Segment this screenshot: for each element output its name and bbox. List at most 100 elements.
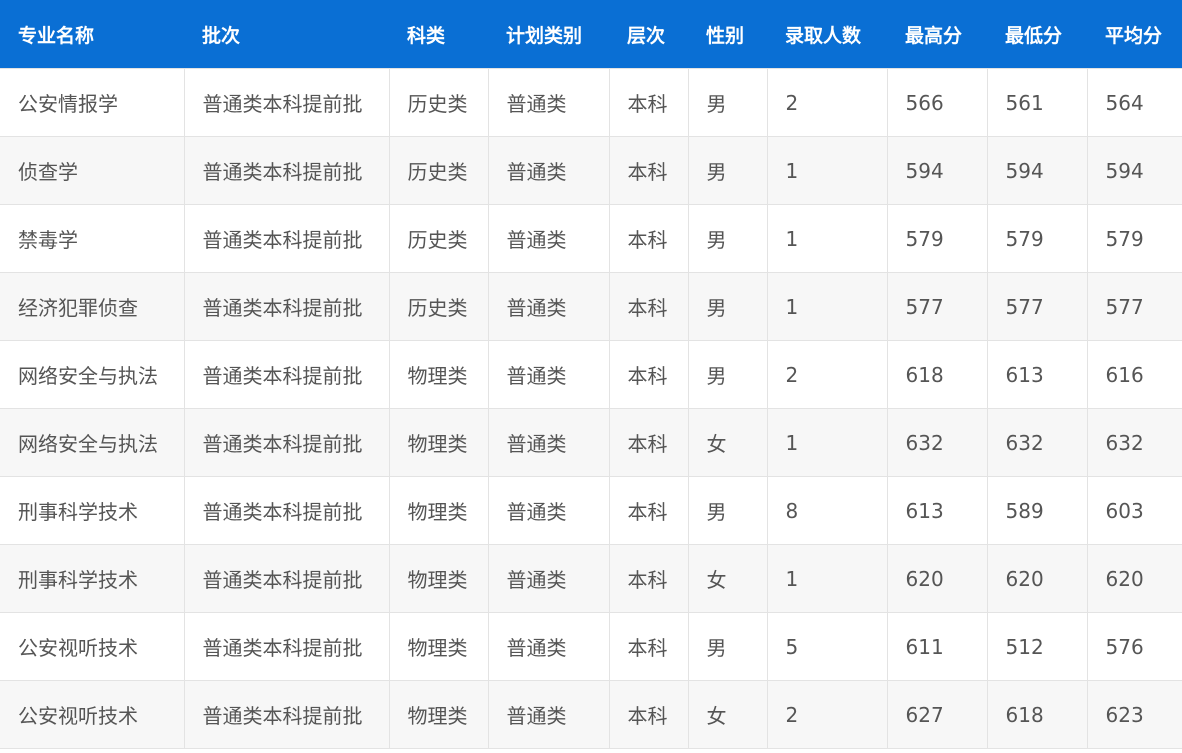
cell-major: 公安视听技术 — [0, 612, 185, 681]
cell-subject-category: 历史类 — [388, 204, 489, 273]
cell-max-score: 620 — [886, 544, 988, 613]
cell-avg-score: 577 — [1086, 272, 1182, 341]
cell-plan-type: 普通类 — [487, 680, 610, 749]
cell-gender: 女 — [687, 544, 768, 613]
cell-admitted-count: 2 — [766, 680, 888, 749]
column-header-plan-type: 计划类别 — [488, 0, 609, 69]
cell-level: 本科 — [608, 136, 689, 205]
column-header-avg-score: 平均分 — [1087, 0, 1182, 69]
cell-major: 刑事科学技术 — [0, 476, 185, 545]
cell-min-score: 632 — [986, 408, 1088, 477]
cell-plan-type: 普通类 — [487, 612, 610, 681]
cell-min-score: 577 — [986, 272, 1088, 341]
cell-plan-type: 普通类 — [487, 136, 610, 205]
table-row: 刑事科学技术 普通类本科提前批 物理类 普通类 本科男 8 613 589 603 — [0, 476, 1182, 545]
cell-max-score: 579 — [886, 204, 988, 273]
cell-admitted-count: 1 — [766, 408, 888, 477]
cell-plan-type: 普通类 — [487, 272, 610, 341]
table-row: 侦查学 普通类本科提前批 历史类 普通类 本科男 1 594 594 594 — [0, 136, 1182, 205]
cell-subject-category: 历史类 — [388, 136, 489, 205]
cell-gender: 男 — [687, 68, 768, 137]
cell-subject-category: 历史类 — [388, 68, 489, 137]
cell-admitted-count: 8 — [766, 476, 888, 545]
cell-max-score: 566 — [886, 68, 988, 137]
table-row: 公安视听技术 普通类本科提前批 物理类 普通类 本科男 5 611 512 576 — [0, 612, 1182, 681]
table-row: 公安情报学 普通类本科提前批 历史类 普通类 本科男 2 566 561 564 — [0, 68, 1182, 137]
column-header-subject-category: 科类 — [389, 0, 488, 69]
cell-level: 本科 — [608, 204, 689, 273]
cell-max-score: 627 — [886, 680, 988, 749]
cell-level: 本科 — [608, 680, 689, 749]
column-header-major: 专业名称 — [0, 0, 184, 69]
column-header-level: 层次 — [609, 0, 688, 69]
cell-admitted-count: 2 — [766, 340, 888, 409]
cell-level: 本科 — [608, 272, 689, 341]
cell-avg-score: 616 — [1086, 340, 1182, 409]
cell-major: 公安情报学 — [0, 68, 185, 137]
cell-gender: 女 — [687, 408, 768, 477]
table-row: 刑事科学技术 普通类本科提前批 物理类 普通类 本科女 1 620 620 620 — [0, 544, 1182, 613]
cell-major: 公安视听技术 — [0, 680, 185, 749]
cell-plan-type: 普通类 — [487, 476, 610, 545]
cell-min-score: 594 — [986, 136, 1088, 205]
cell-avg-score: 623 — [1086, 680, 1182, 749]
cell-avg-score: 579 — [1086, 204, 1182, 273]
cell-level: 本科 — [608, 408, 689, 477]
cell-subject-category: 物理类 — [388, 476, 489, 545]
column-header-admitted-count: 录取人数 — [767, 0, 887, 69]
cell-subject-category: 物理类 — [388, 340, 489, 409]
cell-avg-score: 564 — [1086, 68, 1182, 137]
cell-admitted-count: 5 — [766, 612, 888, 681]
cell-gender: 男 — [687, 204, 768, 273]
cell-min-score: 589 — [986, 476, 1088, 545]
cell-admitted-count: 1 — [766, 544, 888, 613]
cell-max-score: 613 — [886, 476, 988, 545]
cell-level: 本科 — [608, 476, 689, 545]
cell-gender: 男 — [687, 272, 768, 341]
cell-batch: 普通类本科提前批 — [183, 612, 390, 681]
cell-max-score: 618 — [886, 340, 988, 409]
cell-level: 本科 — [608, 544, 689, 613]
cell-gender: 男 — [687, 612, 768, 681]
cell-batch: 普通类本科提前批 — [183, 68, 390, 137]
cell-gender: 男 — [687, 136, 768, 205]
cell-max-score: 611 — [886, 612, 988, 681]
column-header-max-score: 最高分 — [887, 0, 987, 69]
cell-min-score: 618 — [986, 680, 1088, 749]
table-row: 网络安全与执法 普通类本科提前批 物理类 普通类 本科男 2 618 613 616 — [0, 340, 1182, 409]
cell-subject-category: 历史类 — [388, 272, 489, 341]
cell-max-score: 632 — [886, 408, 988, 477]
cell-major: 网络安全与执法 — [0, 408, 185, 477]
cell-batch: 普通类本科提前批 — [183, 204, 390, 273]
table-row: 网络安全与执法 普通类本科提前批 物理类 普通类 本科女 1 632 632 632 — [0, 408, 1182, 477]
cell-batch: 普通类本科提前批 — [183, 544, 390, 613]
cell-plan-type: 普通类 — [487, 68, 610, 137]
cell-max-score: 594 — [886, 136, 988, 205]
column-header-batch: 批次 — [184, 0, 389, 69]
cell-max-score: 577 — [886, 272, 988, 341]
cell-level: 本科 — [608, 68, 689, 137]
cell-plan-type: 普通类 — [487, 340, 610, 409]
cell-batch: 普通类本科提前批 — [183, 136, 390, 205]
cell-min-score: 620 — [986, 544, 1088, 613]
cell-avg-score: 632 — [1086, 408, 1182, 477]
table-row: 公安视听技术 普通类本科提前批 物理类 普通类 本科女 2 627 618 623 — [0, 680, 1182, 749]
table-row: 经济犯罪侦查 普通类本科提前批 历史类 普通类 本科男 1 577 577 577 — [0, 272, 1182, 341]
cell-min-score: 579 — [986, 204, 1088, 273]
cell-avg-score: 620 — [1086, 544, 1182, 613]
column-header-min-score: 最低分 — [987, 0, 1087, 69]
cell-major: 网络安全与执法 — [0, 340, 185, 409]
cell-plan-type: 普通类 — [487, 544, 610, 613]
table-body: 公安情报学 普通类本科提前批 历史类 普通类 本科男 2 566 561 564 侦查学 普通类本科… — [0, 68, 1182, 749]
cell-gender: 男 — [687, 340, 768, 409]
cell-admitted-count: 2 — [766, 68, 888, 137]
cell-subject-category: 物理类 — [388, 680, 489, 749]
cell-gender: 女 — [687, 680, 768, 749]
cell-min-score: 512 — [986, 612, 1088, 681]
cell-subject-category: 物理类 — [388, 612, 489, 681]
cell-major: 禁毒学 — [0, 204, 185, 273]
column-header-gender: 性别 — [688, 0, 767, 69]
admission-scores-table: 专业名称 批次 科类 计划类别 层次 性别 录取人数 最高分 最低分 平均分 公… — [0, 0, 1182, 749]
cell-batch: 普通类本科提前批 — [183, 340, 390, 409]
cell-min-score: 613 — [986, 340, 1088, 409]
